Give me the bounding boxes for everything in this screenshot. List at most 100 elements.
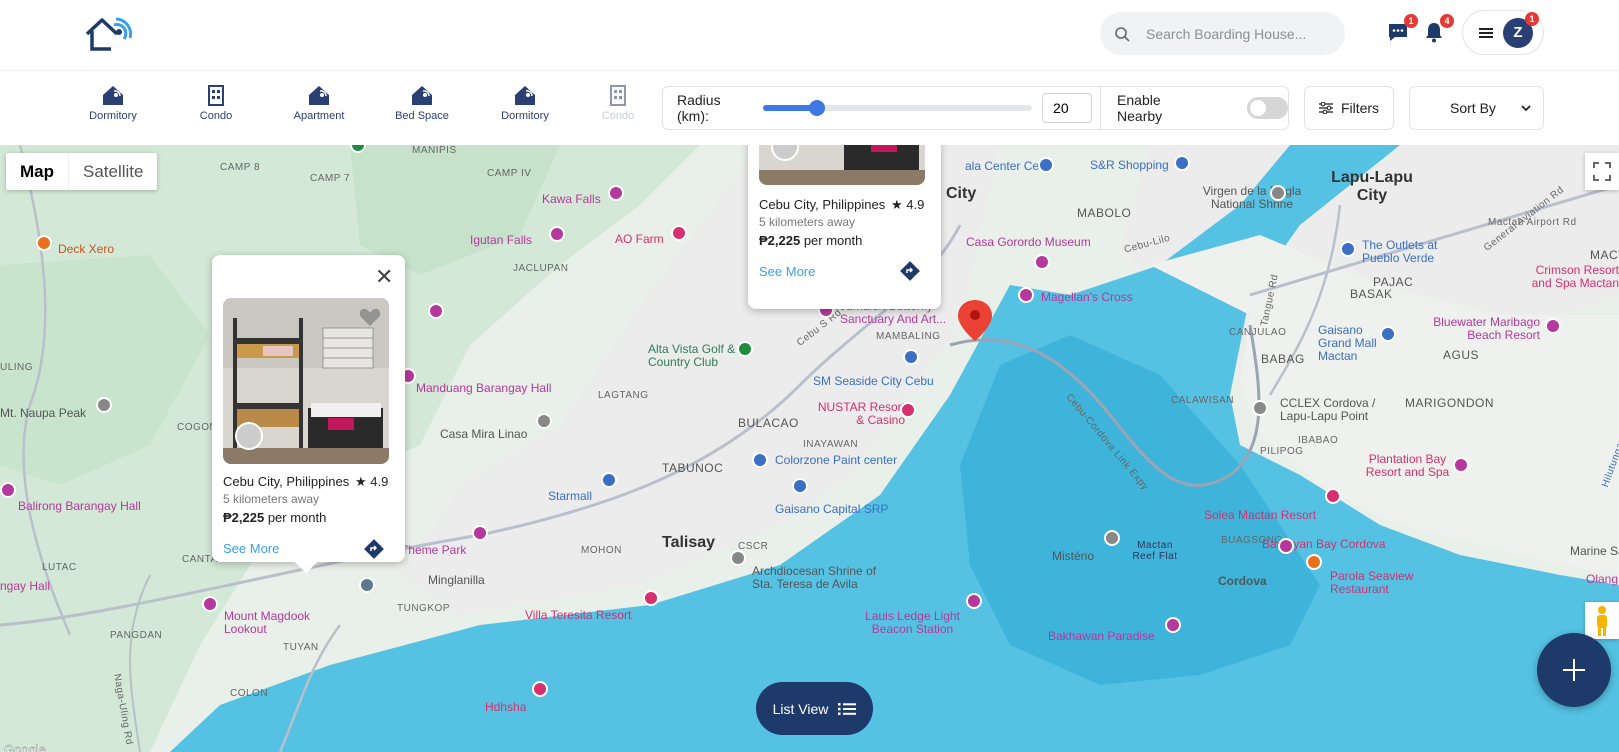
map-label: TABUNOC [662,461,724,475]
listing-photo[interactable] [759,145,925,185]
map-label: ngay Hall [0,579,51,593]
filters-button[interactable]: Filters [1304,86,1394,130]
building-icon [610,85,626,106]
map-view[interactable]: Map Satellite CAMP 8 CAMP 7 CAMP IV MANI… [0,145,1619,752]
street-view-pegman[interactable] [1585,602,1619,639]
poi-marker[interactable] [737,341,753,357]
poi-marker[interactable] [536,413,552,429]
svg-text:Google: Google [4,742,46,752]
map-label: CANJULAO [1229,327,1287,338]
poi-marker[interactable] [549,226,565,242]
user-menu-button[interactable]: Z 1 [1462,10,1544,55]
poi-marker[interactable] [601,472,617,488]
sort-by-select[interactable]: Sort By [1409,86,1544,130]
category-dormitory-2[interactable]: Dormitory [485,84,565,122]
hamburger-menu-icon [1479,27,1493,38]
listing-photo[interactable] [223,298,389,464]
poi-marker[interactable] [1165,617,1181,633]
messages-button[interactable]: 1 [1386,14,1418,46]
listing-location: Cebu City, Philippines [759,197,886,212]
poi-marker[interactable] [1325,488,1341,504]
poi-marker[interactable] [1340,241,1356,257]
google-logo-icon: Google [4,742,46,752]
add-listing-button[interactable] [1537,633,1611,707]
map-label: MANIPIS [412,145,457,156]
poi-marker[interactable] [752,452,768,468]
category-condo-2[interactable]: Condo [588,84,648,122]
poi-marker[interactable] [1270,185,1286,201]
category-condo[interactable]: Condo [176,84,256,122]
poi-marker[interactable] [671,225,687,241]
map-label: MABOLO [1077,206,1132,220]
poi-marker[interactable] [359,577,375,593]
poi-marker[interactable] [792,478,808,494]
map-label: Theme Park [401,543,467,557]
close-icon[interactable]: ✕ [375,266,393,288]
list-view-button[interactable]: List View [756,682,873,735]
category-bed-space[interactable]: Bed Space [382,84,462,122]
listing-price-row: ₱2,225 per month [223,510,326,525]
map-label: Casa Mira Linao [440,427,528,441]
listing-rating: ★ 4.9 [355,474,389,489]
map-label: Villa Teresita Resort [525,608,632,622]
poi-marker[interactable] [1252,400,1268,416]
map-label: Virgen de la Regla National Shrine [1202,184,1302,212]
map-label: BASAK [1350,287,1393,301]
see-more-link[interactable]: See More [759,264,815,279]
fullscreen-button[interactable] [1585,153,1619,190]
poi-marker[interactable] [36,235,52,251]
listing-price-unit: per month [800,233,863,248]
poi-marker[interactable] [903,349,919,365]
map-label: Crimson Resort and Spa Mactan [1531,263,1619,291]
map-label: NUSTAR Resort & Casino [817,400,905,428]
poi-marker[interactable] [1453,457,1469,473]
category-dormitory[interactable]: Dormitory [73,84,153,122]
poi-marker[interactable] [1034,254,1050,270]
listing-popup[interactable]: ✕ Cebu City, Philippines ★ 4.9 5 kilomet… [212,255,405,574]
enable-nearby-toggle[interactable] [1246,97,1288,119]
directions-icon[interactable] [363,538,385,560]
heart-icon[interactable] [359,308,381,328]
avatar: Z 1 [1503,11,1539,48]
map-label: BABAG [1261,352,1305,366]
poi-marker[interactable] [608,185,624,201]
poi-marker[interactable] [966,593,982,609]
map-label: PILIPOG [1260,446,1304,457]
radius-input[interactable] [1042,93,1093,123]
poi-marker[interactable] [96,397,112,413]
app-logo-icon[interactable] [84,16,136,52]
map-label: Bluewater Maribago Beach Resort [1433,315,1540,343]
search-bar[interactable] [1100,12,1345,55]
map-label: The Outlets at Pueblo Verde [1362,238,1438,266]
map-type-satellite[interactable]: Satellite [68,153,157,190]
poi-marker[interactable] [202,596,218,612]
directions-icon[interactable] [899,260,921,282]
search-input[interactable] [1146,25,1326,42]
sliders-icon [1318,102,1333,114]
enable-nearby-label: Enable Nearby [1117,92,1163,124]
poi-marker[interactable] [1306,554,1322,570]
poi-marker[interactable] [1278,538,1294,554]
poi-marker[interactable] [730,550,746,566]
listing-popup[interactable]: Cebu City, Philippines ★ 4.9 5 kilometer… [748,145,941,309]
notifications-button[interactable]: 4 [1422,14,1454,46]
poi-marker[interactable] [1104,530,1120,546]
see-more-link[interactable]: See More [223,541,279,556]
poi-marker[interactable] [1545,318,1561,334]
poi-marker[interactable] [532,681,548,697]
poi-marker[interactable] [1018,287,1034,303]
map-label: MACT [1590,248,1619,262]
poi-marker[interactable] [1174,155,1190,171]
map-label: TUNGKOP [397,603,450,614]
poi-marker[interactable] [0,482,16,498]
poi-marker[interactable] [643,590,659,606]
poi-marker[interactable] [472,525,488,541]
poi-marker[interactable] [1038,157,1054,173]
category-apartment[interactable]: Apartment [279,84,359,122]
radius-slider[interactable] [763,100,1033,116]
radius-slider-handle[interactable] [809,100,826,116]
map-type-map[interactable]: Map [6,153,68,190]
poi-marker[interactable] [1380,326,1396,342]
poi-marker[interactable] [900,402,916,418]
poi-marker[interactable] [428,303,444,319]
